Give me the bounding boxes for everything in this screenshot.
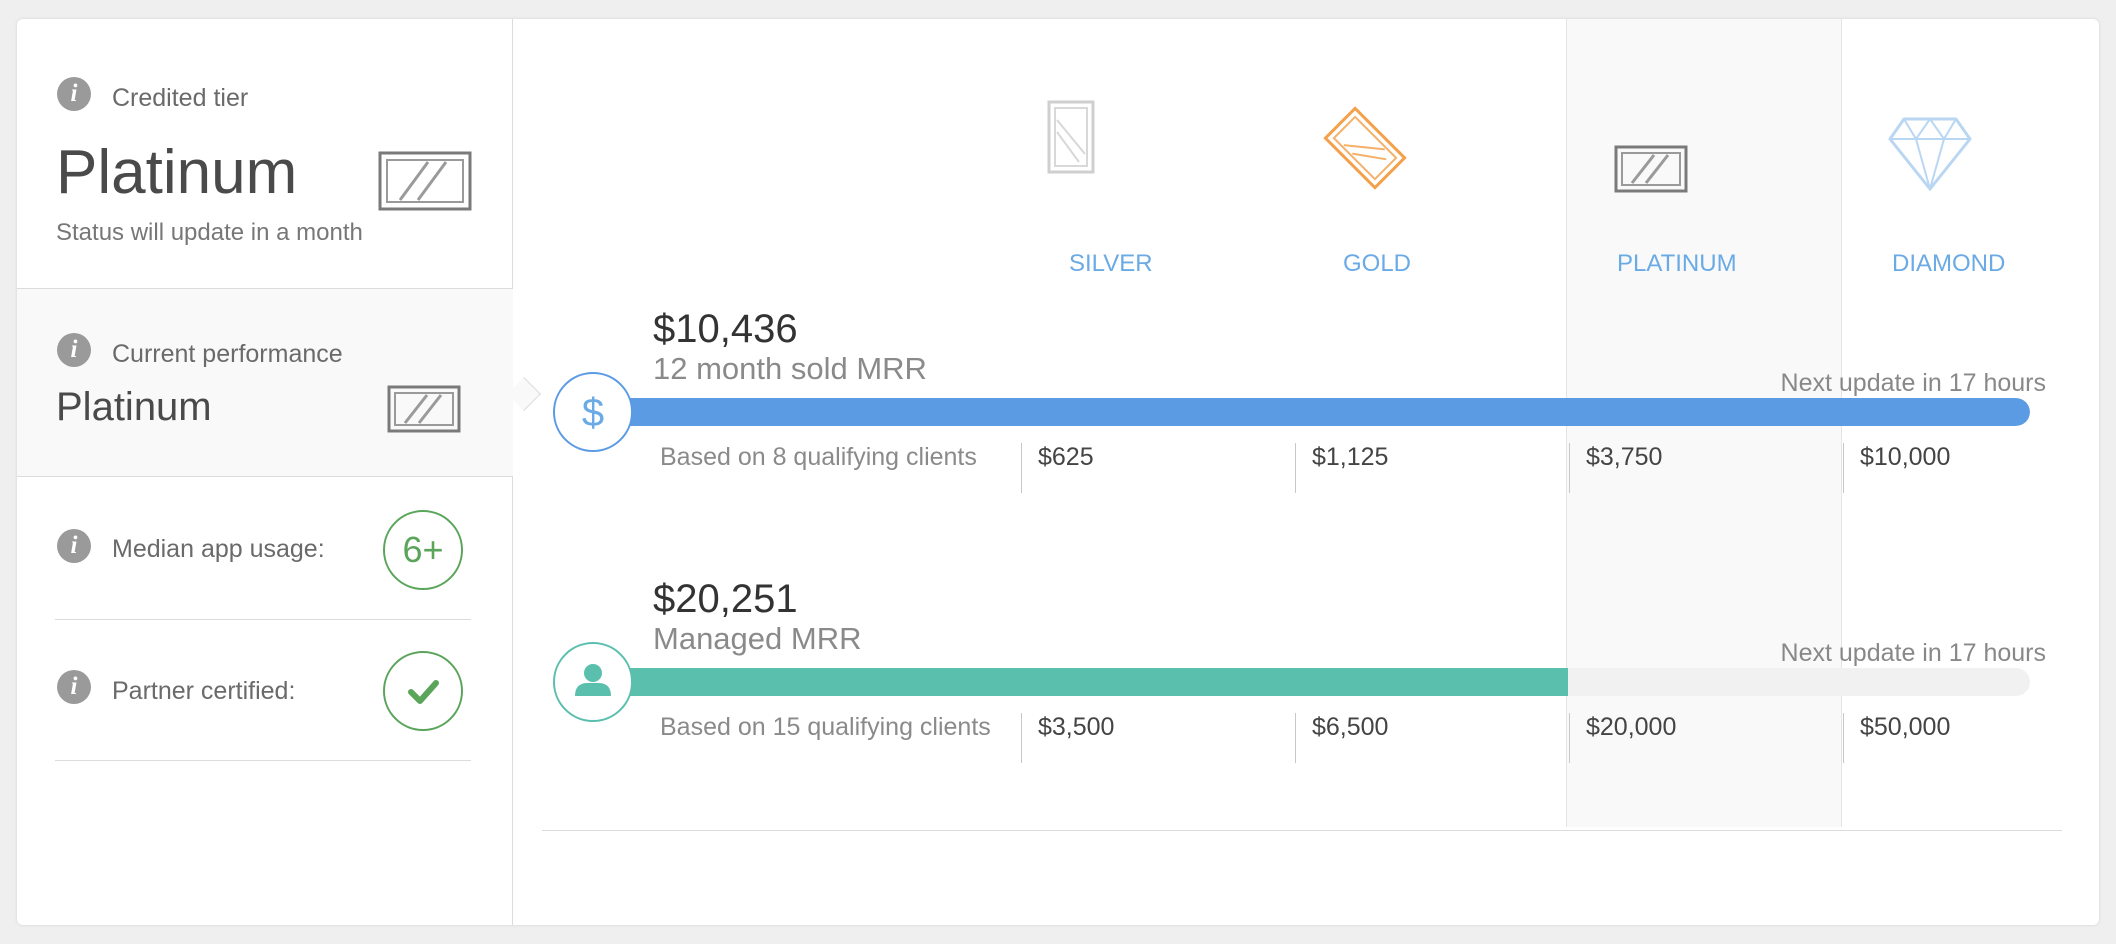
- metric-label: 12 month sold MRR: [653, 351, 927, 386]
- tier-name-diamond: DIAMOND: [1892, 250, 2006, 277]
- partner-status-card: i Credited tier Platinum Status will upd…: [17, 19, 2099, 925]
- checkmark-icon: [408, 680, 439, 704]
- dollar-icon: $: [582, 391, 604, 435]
- partner-certified-label: Partner certified:: [112, 677, 296, 705]
- metric-label: Managed MRR: [653, 621, 862, 656]
- threshold-diamond: $10,000: [1860, 443, 1951, 471]
- threshold-platinum: $3,750: [1586, 443, 1663, 471]
- divider: [55, 760, 471, 761]
- progress-track: [600, 398, 2030, 426]
- threshold-diamond: $50,000: [1860, 713, 1951, 741]
- app-usage-label: Median app usage:: [112, 535, 325, 563]
- status-update-note: Status will update in a month: [56, 219, 363, 246]
- metric-amount: $10,436: [653, 307, 798, 351]
- credited-tier-value: Platinum: [56, 138, 298, 207]
- platinum-card-icon: [387, 385, 461, 438]
- status-sidebar: i Credited tier Platinum Status will upd…: [17, 19, 513, 925]
- threshold-gold: $6,500: [1312, 713, 1389, 741]
- current-performance-section[interactable]: i Current performance Platinum: [17, 289, 513, 477]
- divider: [542, 830, 2062, 831]
- threshold-tick: [1021, 713, 1022, 763]
- qualifying-clients-note: Based on 8 qualifying clients: [660, 443, 977, 471]
- metric-amount: $20,251: [653, 577, 798, 621]
- app-usage-badge: 6+: [383, 510, 463, 590]
- threshold-tick: [1295, 443, 1296, 493]
- tier-progress-panel: SILVER GOLD PLATINUM DIAMOND $10,436 12 …: [514, 19, 2099, 925]
- next-update-note: Next update in 17 hours: [1780, 369, 2046, 397]
- threshold-platinum: $20,000: [1586, 713, 1677, 741]
- threshold-silver: $3,500: [1038, 713, 1115, 741]
- info-icon[interactable]: i: [57, 77, 91, 111]
- threshold-tick: [1843, 713, 1844, 763]
- threshold-tick: [1295, 713, 1296, 763]
- current-performance-label: Current performance: [112, 340, 343, 368]
- threshold-tick: [1569, 443, 1570, 493]
- platinum-card-icon: [1614, 145, 1688, 198]
- progress-track: [600, 668, 2030, 696]
- platinum-card-icon: [378, 151, 472, 216]
- threshold-tick: [1843, 443, 1844, 493]
- credited-tier-label: Credited tier: [112, 84, 249, 112]
- person-icon: [575, 664, 611, 696]
- certified-badge: [383, 651, 463, 731]
- info-icon[interactable]: i: [57, 529, 91, 563]
- credited-tier-section: i Credited tier Platinum Status will upd…: [17, 19, 513, 289]
- tier-name-gold: GOLD: [1343, 250, 1412, 277]
- next-update-note: Next update in 17 hours: [1780, 639, 2046, 667]
- tier-name-silver: SILVER: [1069, 250, 1153, 277]
- silver-card-icon: [1047, 100, 1095, 179]
- threshold-tick: [1021, 443, 1022, 493]
- app-usage-value: 6+: [402, 529, 444, 570]
- divider: [55, 619, 471, 620]
- qualifying-clients-note: Based on 15 qualifying clients: [660, 713, 991, 741]
- progress-fill: [600, 668, 1569, 696]
- current-tier-value: Platinum: [56, 385, 212, 429]
- tier-name-platinum: PLATINUM: [1617, 250, 1737, 277]
- threshold-gold: $1,125: [1312, 443, 1389, 471]
- progress-fill: [600, 398, 2030, 426]
- threshold-silver: $625: [1038, 443, 1094, 471]
- sold-mrr-badge: $: [553, 372, 633, 452]
- info-icon[interactable]: i: [57, 670, 91, 704]
- diamond-icon: [1888, 115, 1972, 196]
- gold-card-icon: [1320, 103, 1410, 198]
- svg-text:$: $: [582, 391, 604, 435]
- managed-mrr-badge: [553, 642, 633, 722]
- info-icon[interactable]: i: [57, 333, 91, 367]
- threshold-tick: [1569, 713, 1570, 763]
